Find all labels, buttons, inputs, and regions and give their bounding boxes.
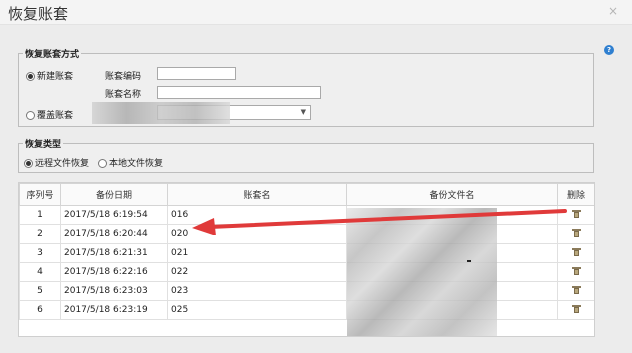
cell-delete [557,281,594,301]
window-titlebar: 恢复账套 × [0,0,632,25]
radio-new-account[interactable]: 新建账套 [26,69,73,82]
radio-new-account-label: 新建账套 [37,72,74,82]
radio-button[interactable] [26,72,35,81]
cell-name: 025 [167,300,347,320]
account-name-input[interactable] [157,86,321,99]
account-name-label: 账套名称 [105,90,142,100]
column-header-name[interactable]: 账套名 [167,183,347,206]
cell-date: 2017/5/18 6:19:54 [60,205,168,225]
radio-overwrite-account-label: 覆盖账套 [37,111,74,121]
table-row[interactable]: 4 2017/5/18 6:22:16 022 [19,262,594,282]
trash-icon[interactable] [571,209,581,218]
trash-icon[interactable] [571,228,581,237]
backup-table: 序列号 备份日期 账套名 备份文件名 删除 1 2017/5/18 6:19:5… [19,183,594,320]
trash-icon[interactable] [571,247,581,256]
cell-name: 022 [167,262,347,282]
account-code-label: 账套编码 [105,72,142,82]
cell-date: 2017/5/18 6:22:16 [60,262,168,282]
chevron-down-icon: ▼ [300,108,306,116]
restore-mode-legend: 恢复账套方式 [25,50,80,60]
column-header-file[interactable]: 备份文件名 [346,183,558,206]
column-header-seq[interactable]: 序列号 [19,183,61,206]
trash-icon[interactable] [571,285,581,294]
table-row[interactable]: 3 2017/5/18 6:21:31 021 [19,243,594,263]
restore-type-legend: 恢复类型 [25,140,62,150]
radio-remote-file[interactable]: 远程文件恢复 [24,156,89,169]
column-header-delete[interactable]: 删除 [557,183,594,206]
radio-remote-file-label: 远程文件恢复 [35,159,90,169]
radio-button[interactable] [98,159,107,168]
trash-icon[interactable] [571,266,581,275]
cell-date: 2017/5/18 6:21:31 [60,243,168,263]
close-icon[interactable]: × [608,4,618,18]
column-header-date[interactable]: 备份日期 [60,183,168,206]
radio-local-file[interactable]: 本地文件恢复 [98,156,163,169]
table-header-row: 序列号 备份日期 账套名 备份文件名 删除 [19,183,594,206]
cell-seq: 6 [19,300,61,320]
cell-date: 2017/5/18 6:23:19 [60,300,168,320]
account-code-input[interactable] [157,67,236,80]
cell-seq: 3 [19,243,61,263]
cell-name: 023 [167,281,347,301]
cell-delete [557,300,594,320]
cell-delete [557,262,594,282]
table-row[interactable]: 6 2017/5/18 6:23:19 025 [19,300,594,320]
trash-icon[interactable] [571,304,581,313]
radio-button[interactable] [24,159,33,168]
radio-overwrite-account[interactable]: 覆盖账套 [26,108,73,121]
cell-seq: 2 [19,224,61,244]
cell-seq: 4 [19,262,61,282]
cell-seq: 1 [19,205,61,225]
redacted-area [92,102,230,124]
radio-button[interactable] [26,111,35,120]
cell-date: 2017/5/18 6:23:03 [60,281,168,301]
help-icon[interactable]: ? [604,45,614,55]
radio-local-file-label: 本地文件恢复 [109,159,164,169]
cell-name: 021 [167,243,347,263]
annotation-arrow-icon [192,209,567,235]
mouse-cursor [467,260,471,262]
table-row[interactable]: 5 2017/5/18 6:23:03 023 [19,281,594,301]
cell-date: 2017/5/18 6:20:44 [60,224,168,244]
cell-seq: 5 [19,281,61,301]
dialog-content: 恢复账套方式 新建账套 账套编码 账套名称 覆盖账套 ▼ 恢复类型 远程文件恢复… [0,25,632,353]
window-title: 恢复账套 [8,5,69,23]
cell-delete [557,243,594,263]
